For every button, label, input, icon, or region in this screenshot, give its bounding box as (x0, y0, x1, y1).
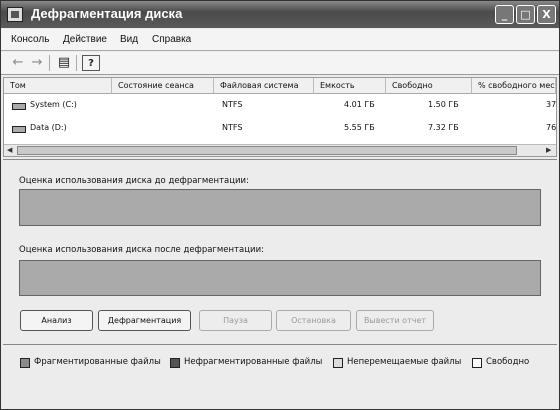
back-arrow-icon[interactable]: ← (9, 55, 27, 71)
menu-view[interactable]: Вид (120, 34, 138, 45)
free-space-swatch (472, 358, 482, 368)
pause-button[interactable]: Пауза (199, 310, 272, 331)
volume-free-percent: 37 (546, 100, 557, 109)
toolbar: ← → ▤ ? (1, 52, 559, 75)
after-analysis-label: Оценка использования диска после дефрагм… (19, 245, 264, 255)
app-icon (7, 7, 23, 22)
legend-unmovable: Неперемещаемые файлы (347, 357, 462, 367)
column-header-capacity[interactable]: Емкость (314, 78, 386, 94)
minimize-button[interactable]: _ (495, 5, 514, 24)
toolbar-separator (49, 55, 50, 71)
legend-free: Свободно (486, 357, 530, 367)
scroll-thumb[interactable] (17, 146, 517, 155)
hard-disk-icon (12, 126, 26, 133)
before-analysis-display (19, 189, 541, 226)
column-header-volume[interactable]: Том (4, 78, 112, 94)
before-analysis-label: Оценка использования диска до дефрагмент… (19, 176, 249, 186)
properties-icon[interactable]: ▤ (55, 55, 73, 71)
volume-filesystem: NTFS (222, 100, 243, 109)
divider (3, 344, 557, 345)
menu-console[interactable]: Консоль (11, 34, 49, 45)
column-header-free-percent[interactable]: % свободного мес (472, 78, 556, 94)
forward-arrow-icon[interactable]: → (28, 55, 46, 71)
volume-name: Data (D:) (30, 123, 67, 132)
hard-disk-icon (12, 103, 26, 110)
volume-free: 1.50 ГБ (428, 100, 459, 109)
contiguous-swatch (170, 358, 180, 368)
maximize-button[interactable]: □ (516, 5, 535, 24)
stop-button[interactable]: Остановка (276, 310, 351, 331)
menu-bar: Консоль Действие Вид Справка (1, 29, 559, 51)
volume-free: 7.32 ГБ (428, 123, 459, 132)
defragment-button[interactable]: Дефрагментация (98, 310, 191, 331)
legend-contiguous: Нефрагментированные файлы (184, 357, 323, 367)
window-title: Дефрагментация диска (31, 6, 183, 21)
help-icon[interactable]: ? (82, 55, 100, 71)
volume-free-percent: 76 (546, 123, 557, 132)
analyze-button[interactable]: Анализ (20, 310, 93, 331)
horizontal-scrollbar[interactable]: ◀ ▶ (4, 144, 556, 156)
volume-capacity: 5.55 ГБ (344, 123, 375, 132)
column-header-free[interactable]: Свободно (386, 78, 472, 94)
unmovable-swatch (333, 358, 343, 368)
divider (3, 159, 557, 160)
scroll-left-icon[interactable]: ◀ (7, 146, 12, 154)
view-report-button[interactable]: Вывести отчет (356, 310, 434, 331)
column-header-filesystem[interactable]: Файловая система (214, 78, 314, 94)
menu-action[interactable]: Действие (63, 34, 107, 45)
volume-name: System (C:) (30, 100, 77, 109)
defrag-window: Дефрагментация диска _ □ X Консоль Дейст… (0, 0, 560, 410)
volume-filesystem: NTFS (222, 123, 243, 132)
menu-help[interactable]: Справка (152, 34, 191, 45)
volume-capacity: 4.01 ГБ (344, 100, 375, 109)
fragmented-swatch (20, 358, 30, 368)
after-analysis-display (19, 260, 541, 296)
title-bar[interactable]: Дефрагментация диска _ □ X (1, 1, 559, 28)
close-button[interactable]: X (537, 5, 556, 24)
column-header-status[interactable]: Состояние сеанса (112, 78, 214, 94)
scroll-right-icon[interactable]: ▶ (546, 146, 551, 154)
legend-fragmented: Фрагментированные файлы (34, 357, 161, 367)
volume-list: Том Состояние сеанса Файловая система Ем… (3, 77, 557, 157)
toolbar-separator (76, 55, 77, 71)
